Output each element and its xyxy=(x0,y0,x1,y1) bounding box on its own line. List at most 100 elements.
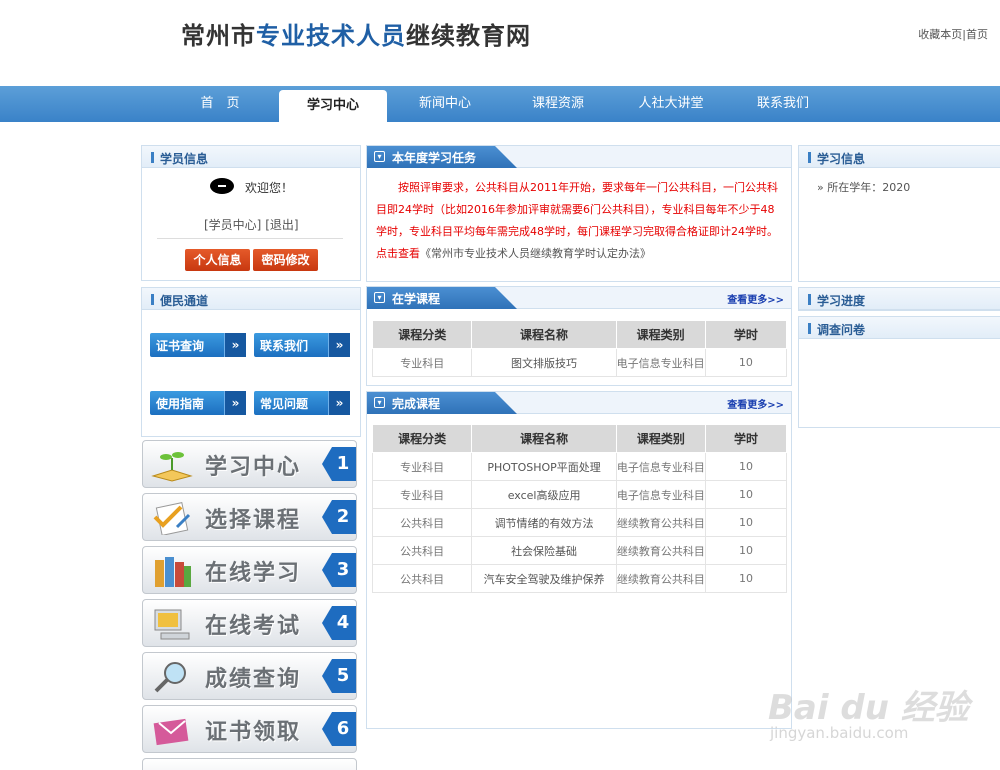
course-name[interactable]: 图文排版技巧 xyxy=(471,348,617,377)
site-title-highlight: 专业技术人员 xyxy=(256,22,406,50)
big-nav-label: 在线学习 xyxy=(205,561,302,586)
nav-contact[interactable]: 联系我们 xyxy=(743,86,823,122)
progress-title: 学习进度 xyxy=(817,294,866,308)
convenience-header: 便民通道 xyxy=(142,288,360,310)
course-category: 公共科目 xyxy=(371,564,473,593)
step-number-badge: 1 xyxy=(322,447,356,481)
course-name[interactable]: 汽车安全驾驶及维护保养 xyxy=(471,564,617,593)
logout-link[interactable]: [退出] xyxy=(265,218,298,232)
button-label: 常见问题 xyxy=(260,397,309,411)
course-type: 继续教育公共科目 xyxy=(615,508,706,537)
avatar xyxy=(210,178,234,194)
survey-title: 调查问卷 xyxy=(817,323,866,337)
current-courses-table: 课程分类 课程名称 课程类别 学时 专业科目 图文排版技巧 电子信息专业科目 1… xyxy=(371,320,788,377)
current-courses-title: 在学课程 xyxy=(392,292,441,306)
table-row: 公共科目 调节情绪的有效方法 继续教育公共科目 10 xyxy=(371,508,788,537)
table-row: 专业科目 图文排版技巧 电子信息专业科目 10 xyxy=(371,348,788,377)
user-links: [学员中心] [退出] xyxy=(204,216,299,233)
nav-lecture-hall[interactable]: 人社大讲堂 xyxy=(626,86,716,122)
column-header: 学时 xyxy=(704,320,788,349)
course-type: 继续教育公共科目 xyxy=(615,564,706,593)
column-header: 课程名称 xyxy=(471,320,617,349)
header-marker xyxy=(808,294,811,305)
course-name[interactable]: PHOTOSHOP平面处理 xyxy=(471,452,617,481)
big-nav-online-learning[interactable]: 在线学习 3 xyxy=(142,546,357,594)
table-header-row: 课程分类 课程名称 课程类别 学时 xyxy=(371,424,788,453)
big-nav-label: 学习中心 xyxy=(205,455,302,480)
big-nav-learning-center[interactable]: 学习中心 1 xyxy=(142,440,357,488)
big-nav-more[interactable] xyxy=(142,758,357,770)
course-name[interactable]: excel高级应用 xyxy=(471,480,617,509)
contact-us-button[interactable]: 联系我们 » xyxy=(254,333,350,357)
course-hours: 10 xyxy=(704,480,788,509)
nav-course-resources[interactable]: 课程资源 xyxy=(518,86,598,122)
regulation-link[interactable]: 《常州市专业技术人员继续教育学时认定办法》 xyxy=(420,247,651,260)
big-nav-select-course[interactable]: 选择课程 2 xyxy=(142,493,357,541)
learning-info-header: 学习信息 xyxy=(799,146,1000,168)
learning-info-title: 学习信息 xyxy=(817,152,866,166)
column-header: 学时 xyxy=(704,424,788,453)
column-header: 课程分类 xyxy=(371,320,473,349)
step-number-badge: 6 xyxy=(322,712,356,746)
course-type: 电子信息专业科目 xyxy=(615,480,706,509)
double-chevron-icon: » xyxy=(224,391,246,415)
student-info-header: 学员信息 xyxy=(142,146,360,168)
profile-button[interactable]: 个人信息 xyxy=(185,249,250,271)
nav-home[interactable]: 首 页 xyxy=(186,86,254,122)
seedling-book-icon xyxy=(151,452,193,482)
step-number-badge: 4 xyxy=(322,606,356,640)
table-row: 公共科目 社会保险基础 继续教育公共科目 10 xyxy=(371,536,788,565)
double-chevron-icon: » xyxy=(328,333,350,357)
table-row: 公共科目 汽车安全驾驶及维护保养 继续教育公共科目 10 xyxy=(371,564,788,593)
course-category: 专业科目 xyxy=(371,452,473,481)
faq-button[interactable]: 常见问题 » xyxy=(254,391,350,415)
books-icon xyxy=(155,557,191,587)
user-guide-button[interactable]: 使用指南 » xyxy=(150,391,246,415)
course-category: 专业科目 xyxy=(371,480,473,509)
certificate-icon xyxy=(153,718,189,746)
annual-task-title: 本年度学习任务 xyxy=(392,151,477,165)
big-nav-label: 在线考试 xyxy=(205,614,302,639)
course-name[interactable]: 调节情绪的有效方法 xyxy=(471,508,617,537)
course-category: 公共科目 xyxy=(371,508,473,537)
course-name[interactable]: 社会保险基础 xyxy=(471,536,617,565)
certificate-query-button[interactable]: 证书查询 » xyxy=(150,333,246,357)
header-tab xyxy=(367,392,517,414)
survey-header: 调查问卷 xyxy=(799,317,1000,339)
big-nav-certificate[interactable]: 证书领取 6 xyxy=(142,705,357,753)
column-header: 课程类别 xyxy=(615,320,706,349)
header-marker xyxy=(151,152,154,163)
home-link[interactable]: 首页 xyxy=(966,28,988,41)
magnifier-icon xyxy=(154,662,186,693)
table-row: 专业科目 PHOTOSHOP平面处理 电子信息专业科目 10 xyxy=(371,452,788,481)
student-info-panel: 学员信息 xyxy=(141,145,361,281)
button-label: 证书查询 xyxy=(156,339,205,353)
circle-arrow-icon: ▾ xyxy=(374,397,385,408)
student-center-link[interactable]: [学员中心] xyxy=(204,218,261,232)
nav-learning-center[interactable]: 学习中心 xyxy=(279,90,387,122)
column-header: 课程分类 xyxy=(371,424,473,453)
academic-year: » 所在学年：2020 xyxy=(817,181,911,194)
column-header: 课程名称 xyxy=(471,424,617,453)
big-nav-score-query[interactable]: 成绩查询 5 xyxy=(142,652,357,700)
current-courses-header: ▾ 在学课程 查看更多>> xyxy=(367,287,791,309)
watermark-logo: Bai du 经验 xyxy=(768,688,969,728)
big-nav-label: 选择课程 xyxy=(205,508,302,533)
change-password-button[interactable]: 密码修改 xyxy=(253,249,318,271)
step-number-badge: 5 xyxy=(322,659,356,693)
course-hours: 10 xyxy=(704,508,788,537)
big-nav-online-exam[interactable]: 在线考试 4 xyxy=(142,599,357,647)
completed-courses-more-link[interactable]: 查看更多>> xyxy=(727,396,784,411)
annual-task-text: 按照评审要求，公共科目从2011年开始，要求每年一门公共科目，一门公共科目即24… xyxy=(376,177,784,265)
step-number-badge: 2 xyxy=(322,500,356,534)
completed-courses-table: 课程分类 课程名称 课程类别 学时 专业科目 PHOTOSHOP平面处理 电子信… xyxy=(371,424,788,593)
current-courses-more-link[interactable]: 查看更多>> xyxy=(727,291,784,306)
bookmark-link[interactable]: 收藏本页 xyxy=(918,28,962,41)
welcome-text: 欢迎您！ xyxy=(245,181,294,195)
nav-news[interactable]: 新闻中心 xyxy=(405,86,485,122)
main-nav: 首 页 学习中心 新闻中心 课程资源 人社大讲堂 联系我们 xyxy=(0,86,1000,122)
watermark-url: jingyan.baidu.com xyxy=(770,724,909,742)
big-nav-label: 证书领取 xyxy=(205,720,302,745)
course-type: 继续教育公共科目 xyxy=(615,536,706,565)
column-header: 课程类别 xyxy=(615,424,706,453)
